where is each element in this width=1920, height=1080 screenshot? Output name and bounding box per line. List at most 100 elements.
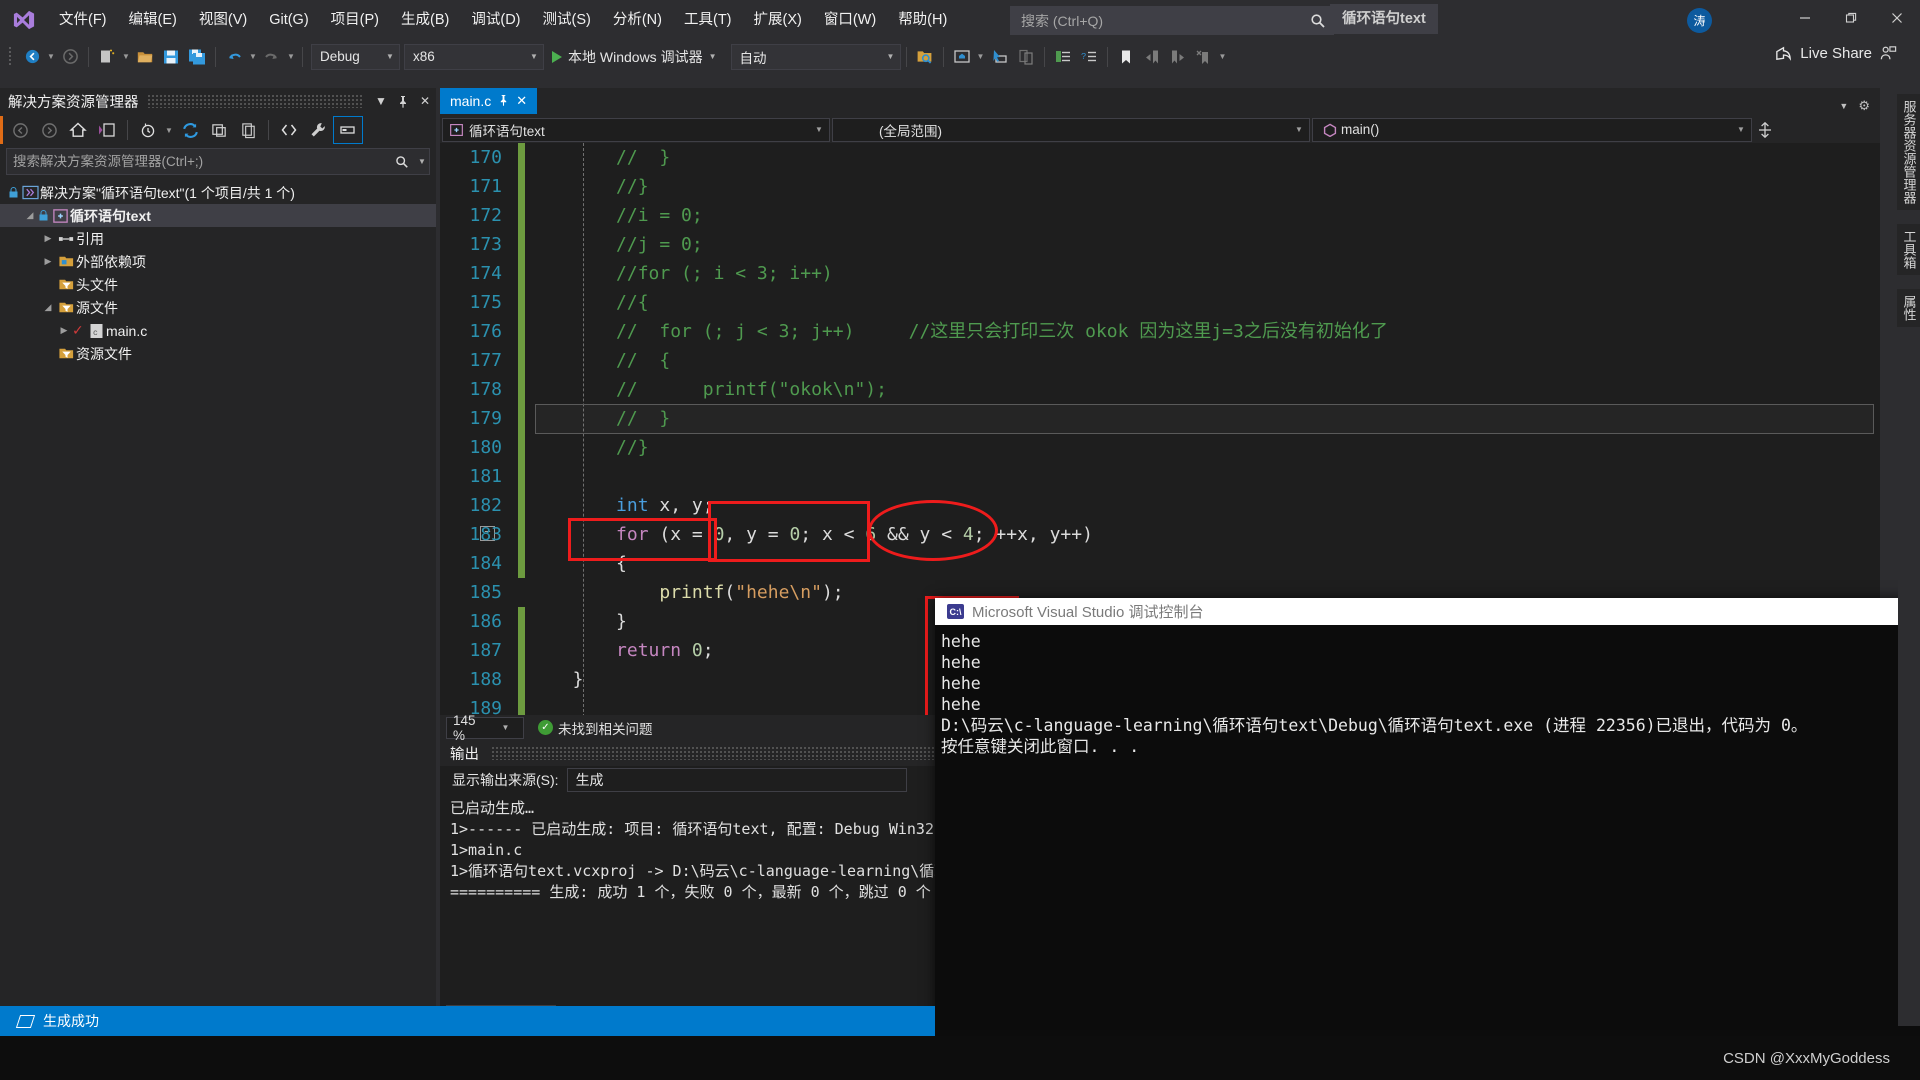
close-icon[interactable]: ✕ [516,93,527,109]
gear-icon[interactable]: ⚙ [1858,98,1870,114]
code-token: } [551,669,584,690]
tree-row-resource-files[interactable]: 资源文件 [0,342,436,365]
navigate-back-dropdown-icon[interactable]: ▼ [45,44,57,70]
pending-changes-icon[interactable] [134,117,162,143]
expander-icon[interactable]: ▶ [40,233,56,244]
refresh-icon[interactable] [176,117,204,143]
next-bookmark-icon[interactable] [1165,44,1191,70]
menu-tools[interactable]: 工具(T) [673,0,743,40]
collapse-all-icon[interactable] [205,117,233,143]
expander-icon[interactable]: ◢ [22,210,38,221]
toggle-bookmark-icon[interactable] [1113,44,1139,70]
properties-icon[interactable] [304,117,332,143]
previous-bookmark-icon[interactable] [1139,44,1165,70]
preview-selected-items-icon[interactable] [333,116,363,144]
menu-extensions[interactable]: 扩展(X) [743,0,813,40]
undo-dropdown-icon[interactable]: ▼ [247,44,259,70]
preview-dropdown-icon[interactable]: ▼ [975,44,987,70]
solution-search-box[interactable]: ▼ [6,148,430,175]
tree-row-project[interactable]: ◢ 循环语句text [0,204,436,227]
tab-main-c[interactable]: main.c ✕ [440,88,538,114]
undo-icon[interactable] [221,44,247,70]
toolbar-overflow-icon[interactable]: ▼ [1217,44,1229,70]
tab-list-dropdown-icon[interactable]: ▼ [1839,101,1848,111]
menu-analyze[interactable]: 分析(N) [602,0,673,40]
rail-item-toolbox[interactable]: 工具箱 [1896,224,1920,275]
forward-icon[interactable] [35,117,63,143]
new-project-dropdown-icon[interactable]: ▼ [120,44,132,70]
menu-window[interactable]: 窗口(W) [813,0,887,40]
expander-icon[interactable]: ▶ [40,256,56,267]
menu-build[interactable]: 生成(B) [390,0,460,40]
redo-icon[interactable] [259,44,285,70]
tree-row-main-c[interactable]: ▶ ✓ c main.c [0,319,436,342]
uncomment-lines-icon[interactable]: ? [1076,44,1102,70]
nav-project-combo[interactable]: 循环语句text ▼ [442,117,830,142]
menu-edit[interactable]: 编辑(E) [118,0,188,40]
open-file-icon[interactable] [132,44,158,70]
comment-lines-icon[interactable] [1050,44,1076,70]
redo-dropdown-icon[interactable]: ▼ [285,44,297,70]
start-debugging-button[interactable]: 本地 Windows 调试器 ▼ [544,44,725,70]
navigate-back-icon[interactable] [19,44,45,70]
search-options-dropdown-icon[interactable]: ▼ [415,157,429,166]
menu-project[interactable]: 项目(P) [320,0,390,40]
navigate-forward-icon[interactable] [57,44,83,70]
back-icon[interactable] [6,117,34,143]
output-source-combo[interactable]: 生成 [566,768,907,792]
menu-help[interactable]: 帮助(H) [887,0,958,40]
live-share-button[interactable]: Live Share [1774,44,1898,63]
rail-item-properties[interactable]: 属性 [1896,289,1920,327]
auto-combo[interactable]: 自动 ▼ [730,43,901,70]
chevron-down-icon[interactable]: ▼ [709,52,717,61]
close-icon[interactable]: ✕ [414,89,436,113]
preview-window-icon[interactable] [949,44,975,70]
home-icon[interactable] [64,117,92,143]
tree-row-solution[interactable]: 解决方案"循环语句text"(1 个项目/共 1 个) [0,181,436,204]
solution-icon [20,185,40,200]
solution-config-combo[interactable]: Debug ▼ [311,43,400,70]
save-all-icon[interactable] [184,44,210,70]
pin-icon[interactable] [392,89,414,113]
tree-row-references[interactable]: ▶ 引用 [0,227,436,250]
menu-test[interactable]: 测试(S) [532,0,602,40]
view-code-icon[interactable] [275,117,303,143]
save-icon[interactable] [158,44,184,70]
zoom-level-combo[interactable]: 145 % ▼ [446,713,524,743]
show-all-files-icon[interactable] [234,117,262,143]
nav-member-combo[interactable]: main() ▼ [1312,117,1752,142]
tree-row-external-dependencies[interactable]: ▶ 外部依赖项 [0,250,436,273]
maximize-icon[interactable] [1828,0,1874,35]
switch-views-icon[interactable] [93,117,121,143]
line-number: 176 [469,321,502,342]
solution-platform-combo[interactable]: x86 ▼ [404,43,544,70]
search-input[interactable] [1011,11,1303,30]
expander-icon[interactable]: ▶ [56,325,72,336]
global-search-box[interactable] [1010,6,1334,35]
new-project-icon[interactable] [94,44,120,70]
nav-scope-combo[interactable]: (全局范围) ▼ [832,117,1310,142]
menu-file[interactable]: 文件(F) [48,0,118,40]
menu-git[interactable]: Git(G) [258,0,319,40]
avatar[interactable]: 涛 [1687,8,1712,33]
menu-view[interactable]: 视图(V) [188,0,258,40]
minimize-icon[interactable] [1782,0,1828,35]
find-in-files-icon[interactable] [912,44,938,70]
rail-item-server-explorer[interactable]: 服务器资源管理器 [1896,94,1920,210]
tree-row-header-files[interactable]: 头文件 [0,273,436,296]
close-icon[interactable] [1874,0,1920,35]
copy-markup-icon[interactable] [1013,44,1039,70]
toolbar-grip[interactable] [6,46,16,67]
clear-bookmarks-icon[interactable] [1191,44,1217,70]
code-token: //j = 0; [616,234,703,255]
select-element-icon[interactable] [987,44,1013,70]
pending-changes-dropdown-icon[interactable]: ▼ [163,117,175,143]
debug-console-window[interactable]: C:\ Microsoft Visual Studio 调试控制台 hehe he… [935,598,1920,1040]
menu-debug[interactable]: 调试(D) [460,0,531,40]
tree-row-source-files[interactable]: ◢ 源文件 [0,296,436,319]
expander-icon[interactable]: ◢ [40,302,56,313]
split-view-icon[interactable] [1754,121,1776,138]
panel-menu-icon[interactable]: ▼ [370,89,392,113]
pin-icon[interactable] [498,93,509,109]
solution-search-input[interactable] [7,153,389,170]
